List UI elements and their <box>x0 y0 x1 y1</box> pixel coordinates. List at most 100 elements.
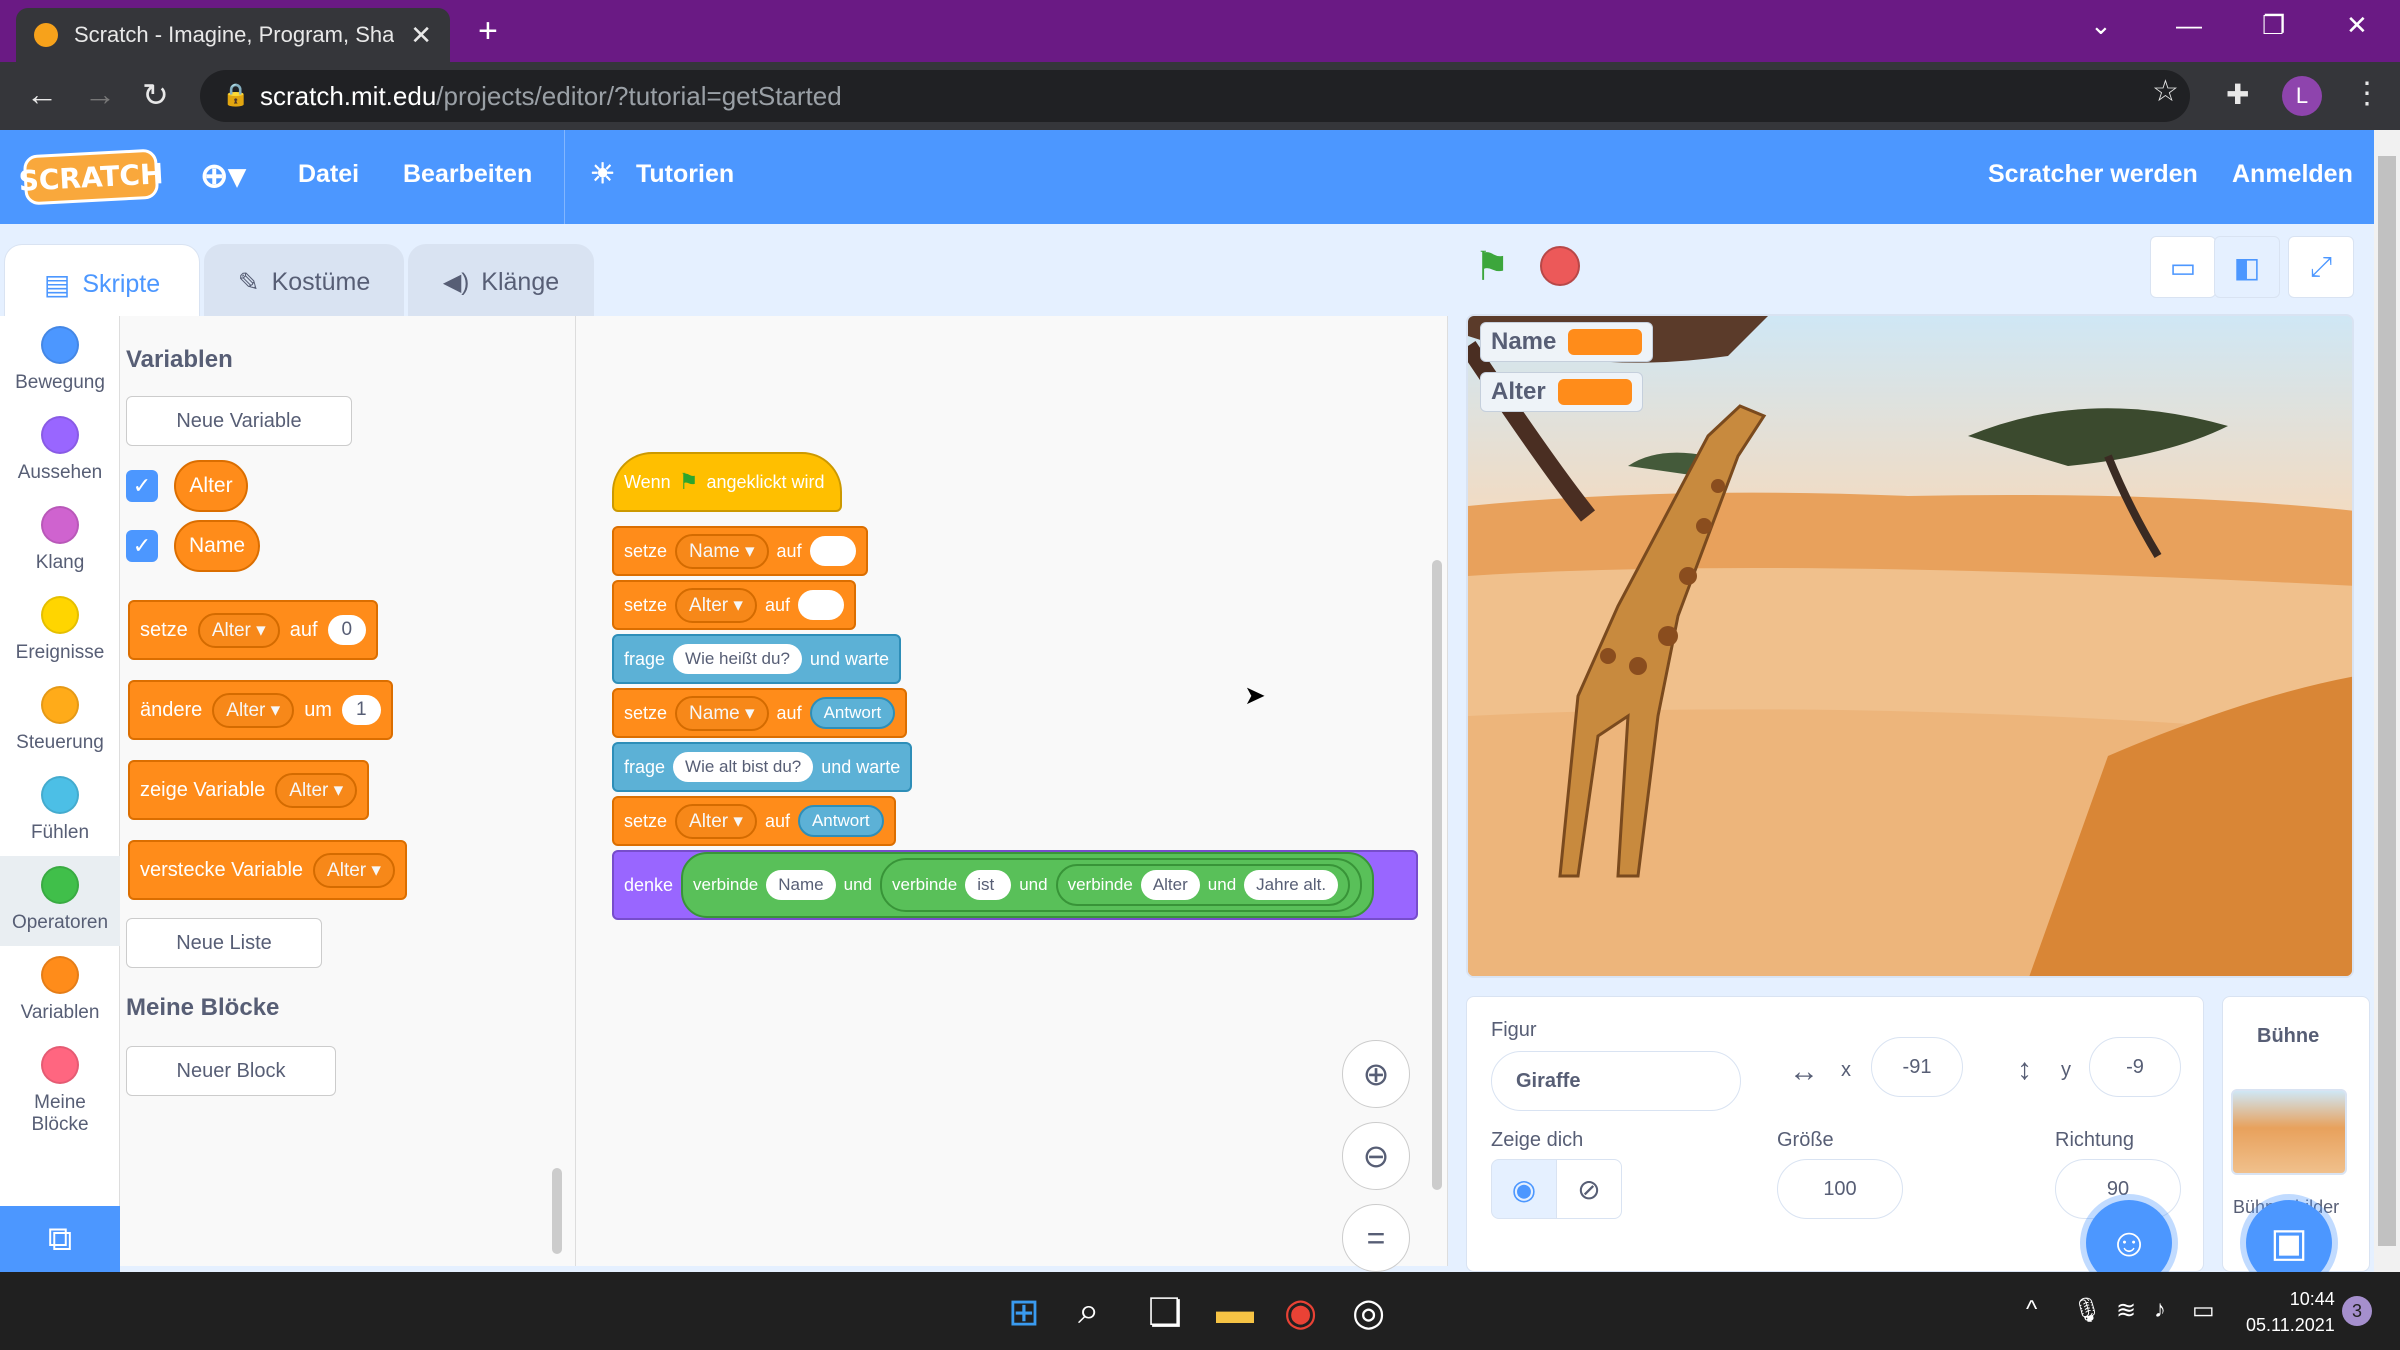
fullscreen-icon[interactable]: ⤢ <box>2288 236 2354 298</box>
address-bar[interactable]: scratch.mit.edu/projects/editor/?tutoria… <box>200 70 2190 122</box>
join-scratch-link[interactable]: Scratcher werden <box>1988 160 2198 189</box>
category-variables[interactable]: Variablen <box>0 956 120 1024</box>
category-sensing[interactable]: Fühlen <box>0 776 120 844</box>
x-input[interactable]: -91 <box>1871 1037 1963 1097</box>
tab-scripts[interactable]: ▤ Skripte <box>4 244 200 324</box>
variable-reporter-name[interactable]: Name <box>174 520 260 572</box>
variable-dropdown[interactable]: Alter <box>675 587 757 623</box>
zoom-reset-button[interactable]: = <box>1342 1204 1410 1272</box>
variable-dropdown[interactable]: Alter <box>313 852 395 888</box>
join-operator[interactable]: verbinde Alter und Jahre alt. <box>1055 864 1351 906</box>
variable-dropdown[interactable]: Name <box>675 695 769 731</box>
category-sound[interactable]: Klang <box>0 506 120 574</box>
bookmark-star-icon[interactable]: ☆ <box>2152 74 2179 109</box>
y-input[interactable]: -9 <box>2089 1037 2181 1097</box>
value-input[interactable]: 0 <box>327 615 367 645</box>
category-motion[interactable]: Bewegung <box>0 326 120 394</box>
menu-file[interactable]: Datei <box>298 160 359 189</box>
notification-badge[interactable]: 3 <box>2342 1296 2372 1326</box>
task-view-icon[interactable]: ❏ <box>1148 1290 1182 1335</box>
zoom-out-button[interactable]: ⊖ <box>1342 1122 1410 1190</box>
set-name-answer-block[interactable]: setze Name auf Antwort <box>612 688 908 738</box>
variable-dropdown[interactable]: Alter <box>212 692 295 728</box>
answer-reporter[interactable]: Antwort <box>797 805 884 837</box>
new-variable-button[interactable]: Neue Variable <box>126 396 352 446</box>
variable-monitor-age[interactable]: Alter <box>1480 372 1643 412</box>
file-explorer-icon[interactable]: ▬ <box>1216 1290 1254 1333</box>
ask-name-block[interactable]: frage Wie heißt du? und warte <box>612 634 901 684</box>
when-flag-clicked-block[interactable]: Wenn ⚑ angeklickt wird <box>612 452 842 512</box>
question-input[interactable]: Wie heißt du? <box>673 644 802 674</box>
size-input[interactable]: 100 <box>1777 1159 1903 1219</box>
restore-icon[interactable]: ❐ <box>2262 10 2285 41</box>
hide-sprite-eye-slash-icon[interactable]: ⊘ <box>1556 1159 1622 1219</box>
wifi-icon[interactable]: ≋ <box>2116 1296 2136 1325</box>
variable-monitor-name[interactable]: Name <box>1480 322 1654 362</box>
page-scrollbar[interactable] <box>2374 130 2400 1272</box>
category-my-blocks[interactable]: Meine Blöcke <box>0 1046 120 1136</box>
category-operators[interactable]: Operatoren <box>0 856 120 946</box>
forward-icon[interactable]: → <box>84 76 116 113</box>
join-operator[interactable]: verbinde Name und verbinde ist und verbi… <box>681 852 1375 918</box>
join-input[interactable]: Alter <box>1140 870 1200 900</box>
variable-checkbox-name[interactable]: ✓ <box>126 530 158 562</box>
browser-menu-icon[interactable]: ⋮ <box>2352 76 2382 111</box>
sprite-name-input[interactable]: Giraffe <box>1491 1051 1741 1111</box>
variable-reporter-alter[interactable]: Alter <box>174 460 248 512</box>
extensions-icon[interactable]: ✚ <box>2226 78 2249 111</box>
small-stage-icon[interactable]: ▭ <box>2150 236 2216 298</box>
join-input[interactable]: Jahre alt. <box>1244 870 1339 900</box>
new-tab-button[interactable]: + <box>478 12 498 51</box>
add-extension-button[interactable]: ⧉ <box>0 1206 120 1272</box>
set-age-answer-block[interactable]: setze Alter auf Antwort <box>612 796 896 846</box>
page-scrollbar-thumb[interactable] <box>2378 156 2396 1246</box>
stop-button[interactable] <box>1540 246 1580 286</box>
menu-edit[interactable]: Bearbeiten <box>403 160 532 189</box>
tab-costumes[interactable]: ✎ Kostüme <box>204 244 404 320</box>
zoom-in-button[interactable]: ⊕ <box>1342 1040 1410 1108</box>
app-icon[interactable]: ◎ <box>1352 1290 1385 1335</box>
variable-dropdown[interactable]: Alter <box>675 803 757 839</box>
show-variable-block[interactable]: zeige Variable Alter <box>128 760 370 820</box>
variable-dropdown[interactable]: Alter <box>197 612 280 648</box>
browser-tab[interactable]: Scratch - Imagine, Program, Shar ✕ <box>16 8 450 62</box>
empty-input[interactable] <box>809 536 856 566</box>
normal-stage-icon[interactable]: ◧ <box>2214 236 2280 298</box>
chrome-icon[interactable]: ◉ <box>1284 1290 1317 1335</box>
category-control[interactable]: Steuerung <box>0 686 120 754</box>
lock-icon[interactable]: 🔒 <box>222 82 249 108</box>
green-flag-button[interactable]: ⚑ <box>1474 244 1510 290</box>
tab-search-icon[interactable]: ⌄ <box>2090 10 2112 41</box>
join-input[interactable]: Name <box>766 870 836 900</box>
microphone-icon[interactable]: 🎙 <box>2072 1296 2102 1325</box>
sign-in-link[interactable]: Anmelden <box>2232 160 2353 189</box>
ask-age-block[interactable]: frage Wie alt bist du? und warte <box>612 742 913 792</box>
set-name-block[interactable]: setze Name auf <box>612 526 868 576</box>
tray-chevron-icon[interactable]: ^ <box>2026 1296 2037 1324</box>
question-input[interactable]: Wie alt bist du? <box>673 752 814 782</box>
value-input[interactable]: 1 <box>341 695 381 725</box>
close-window-icon[interactable]: ✕ <box>2346 10 2368 41</box>
stage-backdrop-thumbnail[interactable] <box>2231 1089 2347 1175</box>
answer-reporter[interactable]: Antwort <box>809 697 896 729</box>
tab-close-icon[interactable]: ✕ <box>410 20 432 51</box>
palette-scrollbar[interactable] <box>552 1168 562 1254</box>
variable-dropdown[interactable]: Alter <box>275 772 358 808</box>
join-operator[interactable]: verbinde ist und verbinde Alter und Jahr… <box>880 858 1363 912</box>
reload-icon[interactable]: ↻ <box>142 76 169 114</box>
category-looks[interactable]: Aussehen <box>0 416 120 484</box>
back-icon[interactable]: ← <box>26 76 58 113</box>
category-events[interactable]: Ereignisse <box>0 596 120 664</box>
think-block[interactable]: denke verbinde Name und verbinde ist und… <box>612 850 1418 920</box>
workspace-scrollbar[interactable] <box>1432 560 1442 1190</box>
tab-sounds[interactable]: ◀) Klänge <box>408 244 594 320</box>
empty-input[interactable] <box>797 590 844 620</box>
profile-avatar[interactable]: L <box>2282 76 2322 116</box>
stage-canvas[interactable]: Name Alter <box>1466 314 2354 978</box>
volume-icon[interactable]: ♪ <box>2154 1296 2166 1324</box>
set-variable-block[interactable]: setze Alter auf 0 <box>128 600 379 660</box>
variable-checkbox-alter[interactable]: ✓ <box>126 470 158 502</box>
hide-variable-block[interactable]: verstecke Variable Alter <box>128 840 407 900</box>
windows-start-icon[interactable]: ⊞ <box>1008 1290 1040 1335</box>
battery-icon[interactable]: ▭ <box>2192 1296 2215 1325</box>
